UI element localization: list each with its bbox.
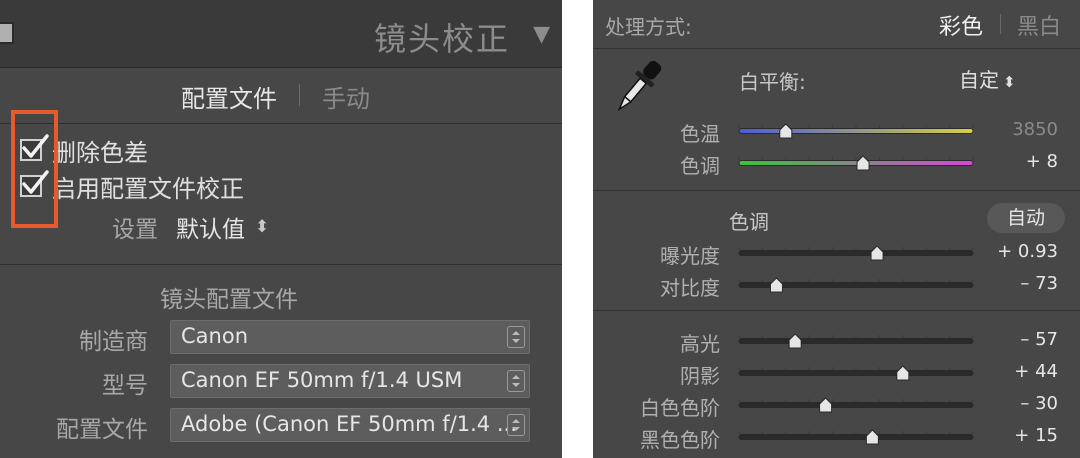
white-balance-label: 白平衡: <box>739 70 806 94</box>
basic-panel: 处理方式: 彩色 黑白 白平衡: 自定 ⬍ 色温 3850 色调 + 8 色调 自… <box>593 0 1080 458</box>
treatment-bw-option[interactable]: 黑白 <box>1017 9 1061 41</box>
model-select[interactable]: Canon EF 50mm f/1.4 USM <box>170 364 530 398</box>
setup-label: 设置 <box>112 217 158 243</box>
auto-tone-button[interactable]: 自动 <box>987 203 1065 233</box>
highlight-frame <box>11 110 58 228</box>
slider-label: 曝光度 <box>660 244 720 268</box>
slider-thumb[interactable] <box>896 365 910 381</box>
slider-value[interactable]: + 0.93 <box>997 241 1058 262</box>
slider-track[interactable] <box>738 402 974 408</box>
slider-label: 对比度 <box>660 276 720 300</box>
slider-row: 黑色色阶 + 15 <box>593 422 1080 452</box>
model-value: Canon EF 50mm f/1.4 USM <box>181 368 463 392</box>
whites-slider[interactable] <box>731 394 981 416</box>
model-row: 型号 Canon EF 50mm f/1.4 USM <box>0 364 562 400</box>
profile-value: Adobe (Canon EF 50mm f/1.4 ... <box>181 412 517 436</box>
contrast-slider[interactable] <box>731 274 981 296</box>
slider-thumb[interactable] <box>870 245 884 261</box>
slider-thumb[interactable] <box>788 333 802 349</box>
section-divider <box>0 264 562 265</box>
panel-switch-icon[interactable] <box>0 22 14 44</box>
temperature-slider[interactable] <box>731 120 981 142</box>
slider-row: 曝光度 + 0.93 <box>593 238 1080 268</box>
slider-value[interactable]: + 44 <box>1014 361 1058 382</box>
profile-select[interactable]: Adobe (Canon EF 50mm f/1.4 ... <box>170 408 530 442</box>
slider-thumb[interactable] <box>819 397 833 413</box>
profile-row: 配置文件 Adobe (Canon EF 50mm f/1.4 ... <box>0 408 562 444</box>
updown-arrow-icon: ⬍ <box>1003 73 1016 91</box>
exposure-slider[interactable] <box>731 242 981 264</box>
white-balance-value: 自定 <box>959 68 999 92</box>
slider-thumb[interactable] <box>769 277 783 293</box>
slider-label: 高光 <box>680 332 720 356</box>
slider-value[interactable]: – 73 <box>1020 273 1058 294</box>
enable-profile-corrections-label: 启用配置文件校正 <box>52 174 244 203</box>
blacks-slider[interactable] <box>731 426 981 448</box>
slider-label: 黑色色阶 <box>640 428 720 452</box>
slider-value[interactable]: + 15 <box>1014 425 1058 446</box>
panel-header[interactable]: 镜头校正 ▼ <box>0 0 562 68</box>
treatment-color-option[interactable]: 彩色 <box>939 9 983 41</box>
updown-arrow-icon[interactable] <box>507 414 525 436</box>
slider-row: 高光 – 57 <box>593 326 1080 356</box>
tab-divider <box>299 84 300 106</box>
panel-title: 镜头校正 <box>373 20 510 58</box>
shadows-slider[interactable] <box>731 362 981 384</box>
collapse-triangle-icon[interactable]: ▼ <box>533 22 550 47</box>
lens-profile-section-title: 镜头配置文件 <box>160 287 298 313</box>
slider-row: 色温 3850 <box>593 116 1080 146</box>
slider-thumb[interactable] <box>856 155 870 171</box>
profile-label: 配置文件 <box>56 417 148 443</box>
make-value: Canon <box>181 324 248 348</box>
slider-track[interactable] <box>738 338 974 344</box>
slider-track[interactable] <box>738 250 974 256</box>
model-label: 型号 <box>102 373 148 399</box>
section-divider <box>593 190 1080 191</box>
slider-row: 对比度 – 73 <box>593 270 1080 300</box>
updown-arrow-icon[interactable] <box>507 326 525 348</box>
slider-label: 阴影 <box>680 364 720 388</box>
setup-value[interactable]: 默认值 <box>176 210 245 244</box>
slider-label: 色温 <box>680 122 720 146</box>
white-balance-select[interactable]: 自定 ⬍ <box>959 64 1016 93</box>
lens-correction-panel: 镜头校正 ▼ 配置文件 手动 删除色差 启用配置文件校正 设置 默认值 ⬍ 镜头… <box>0 0 562 458</box>
slider-value[interactable]: + 8 <box>1026 151 1058 172</box>
tone-section-title: 色调 <box>729 210 769 234</box>
slider-track[interactable] <box>738 434 974 440</box>
slider-track[interactable] <box>738 160 974 166</box>
slider-label: 色调 <box>680 154 720 178</box>
make-select[interactable]: Canon <box>170 320 530 354</box>
treatment-row: 处理方式: 彩色 黑白 <box>593 0 1080 49</box>
section-divider <box>593 310 1080 311</box>
slider-row: 白色色阶 – 30 <box>593 390 1080 420</box>
slider-track[interactable] <box>738 370 974 376</box>
treatment-label: 处理方式: <box>605 15 692 39</box>
updown-arrow-icon[interactable] <box>507 370 525 392</box>
slider-thumb[interactable] <box>865 429 879 445</box>
eyedropper-icon[interactable] <box>607 58 669 116</box>
tab-manual[interactable]: 手动 <box>322 79 370 114</box>
tab-bar: 配置文件 手动 <box>0 68 562 124</box>
slider-value[interactable]: – 57 <box>1020 329 1058 350</box>
slider-value[interactable]: 3850 <box>1012 119 1058 140</box>
setup-row: 设置 默认值 ⬍ <box>112 210 269 244</box>
tab-profile[interactable]: 配置文件 <box>181 79 277 114</box>
slider-value[interactable]: – 30 <box>1020 393 1058 414</box>
make-row: 制造商 Canon <box>0 320 562 356</box>
updown-arrow-icon[interactable]: ⬍ <box>255 217 269 237</box>
treatment-divider <box>1000 14 1001 34</box>
slider-row: 阴影 + 44 <box>593 358 1080 388</box>
slider-thumb[interactable] <box>779 123 793 139</box>
highlights-slider[interactable] <box>731 330 981 352</box>
slider-label: 白色色阶 <box>640 396 720 420</box>
make-label: 制造商 <box>79 329 148 355</box>
tint-slider[interactable] <box>731 152 981 174</box>
slider-row: 色调 + 8 <box>593 148 1080 178</box>
slider-track[interactable] <box>738 128 974 134</box>
remove-chromatic-aberration-label: 删除色差 <box>52 138 148 167</box>
